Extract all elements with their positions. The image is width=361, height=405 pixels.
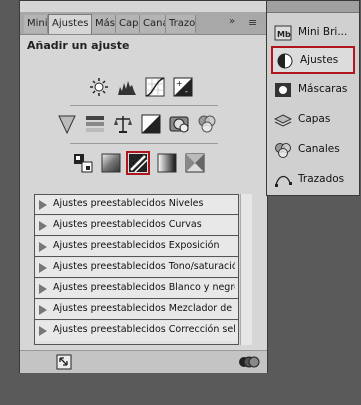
- mini-bridge-icon: Mb: [274, 25, 292, 41]
- photo-filter-icon[interactable]: [169, 114, 189, 134]
- channels-icon: [275, 143, 291, 158]
- vibrance-icon[interactable]: [57, 114, 77, 134]
- panel-menu-icon[interactable]: ≡: [248, 16, 257, 29]
- list-item[interactable]: Ajustes preestablecidos Tono/saturación: [35, 258, 238, 278]
- color-balance-icon[interactable]: [113, 114, 133, 134]
- masks-icon: [275, 83, 291, 97]
- list-item[interactable]: Ajustes preestablecidos Blanco y negro: [35, 279, 238, 299]
- tab-mini-bridge[interactable]: Mini: [24, 15, 48, 33]
- dock-item-channels[interactable]: Canales: [271, 137, 355, 163]
- black-white-icon[interactable]: [141, 114, 161, 134]
- panel-dock: Mb Mini Bri... Ajustes Máscaras Capas Ca…: [266, 0, 360, 196]
- invert-icon[interactable]: [73, 153, 93, 173]
- dock-header[interactable]: [267, 1, 359, 13]
- list-item[interactable]: Ajustes preestablecidos Niveles: [35, 195, 238, 215]
- brightness-contrast-icon[interactable]: [89, 77, 109, 97]
- tab-masks[interactable]: Másc: [92, 15, 116, 33]
- expand-triangle-icon[interactable]: [39, 284, 47, 294]
- channel-mixer-icon[interactable]: [197, 114, 217, 134]
- panel-title: Añadir un ajuste: [27, 39, 130, 52]
- adjustment-icons-row-1: + -: [89, 77, 199, 99]
- expand-triangle-icon[interactable]: [39, 263, 47, 273]
- dock-item-mini-bridge[interactable]: Mb Mini Bri...: [271, 20, 355, 46]
- tab-channels[interactable]: Cana: [140, 15, 166, 33]
- dock-item-paths[interactable]: Trazados: [271, 167, 355, 193]
- list-scrollbar[interactable]: [240, 194, 252, 345]
- hue-saturation-icon[interactable]: [85, 114, 105, 134]
- mask-visibility-icon[interactable]: [238, 354, 260, 370]
- adjustment-icons-row-2: [57, 114, 237, 136]
- panel-bottom-bar: [20, 350, 267, 373]
- list-item[interactable]: Ajustes preestablecidos Mezclador de c..…: [35, 300, 238, 320]
- dock-item-layers[interactable]: Capas: [271, 107, 355, 133]
- paths-icon: [275, 175, 292, 187]
- svg-text:Mb: Mb: [277, 30, 291, 39]
- expand-triangle-icon[interactable]: [39, 305, 47, 315]
- adjustment-icons-row-3: [73, 151, 223, 176]
- dock-item-masks[interactable]: Máscaras: [271, 77, 355, 103]
- expand-triangle-icon[interactable]: [39, 200, 47, 210]
- adjustments-panel: Mini Ajustes Másc Capa Cana Trazo » ≡ Añ…: [19, 0, 268, 373]
- expand-tabs-icon[interactable]: »: [229, 16, 235, 27]
- expanded-view-icon[interactable]: [56, 354, 72, 370]
- svg-text:-: -: [185, 87, 188, 96]
- expand-triangle-icon[interactable]: [39, 326, 47, 336]
- presets-list: Ajustes preestablecidos Niveles Ajustes …: [34, 194, 239, 345]
- expand-triangle-icon[interactable]: [39, 221, 47, 231]
- tab-adjustments[interactable]: Ajustes: [48, 14, 92, 34]
- threshold-icon[interactable]: [128, 153, 148, 173]
- adjustments-icon: [277, 53, 293, 69]
- tab-paths[interactable]: Trazo: [166, 15, 196, 33]
- dock-item-adjustments[interactable]: Ajustes: [271, 46, 355, 74]
- posterize-icon[interactable]: [101, 153, 121, 173]
- tab-layers[interactable]: Capa: [116, 15, 140, 33]
- divider: [70, 105, 218, 106]
- levels-icon[interactable]: [117, 77, 137, 97]
- exposure-icon[interactable]: + -: [173, 77, 193, 97]
- expand-triangle-icon[interactable]: [39, 242, 47, 252]
- selective-color-icon[interactable]: [185, 153, 205, 173]
- gradient-map-icon[interactable]: [157, 153, 177, 173]
- divider: [70, 143, 218, 144]
- layers-icon: [274, 114, 292, 127]
- svg-text:+: +: [176, 79, 183, 88]
- list-item[interactable]: Ajustes preestablecidos Exposición: [35, 237, 238, 257]
- curves-icon[interactable]: [145, 77, 165, 97]
- list-item[interactable]: Ajustes preestablecidos Curvas: [35, 216, 238, 236]
- list-item[interactable]: Ajustes preestablecidos Corrección sele.…: [35, 321, 238, 341]
